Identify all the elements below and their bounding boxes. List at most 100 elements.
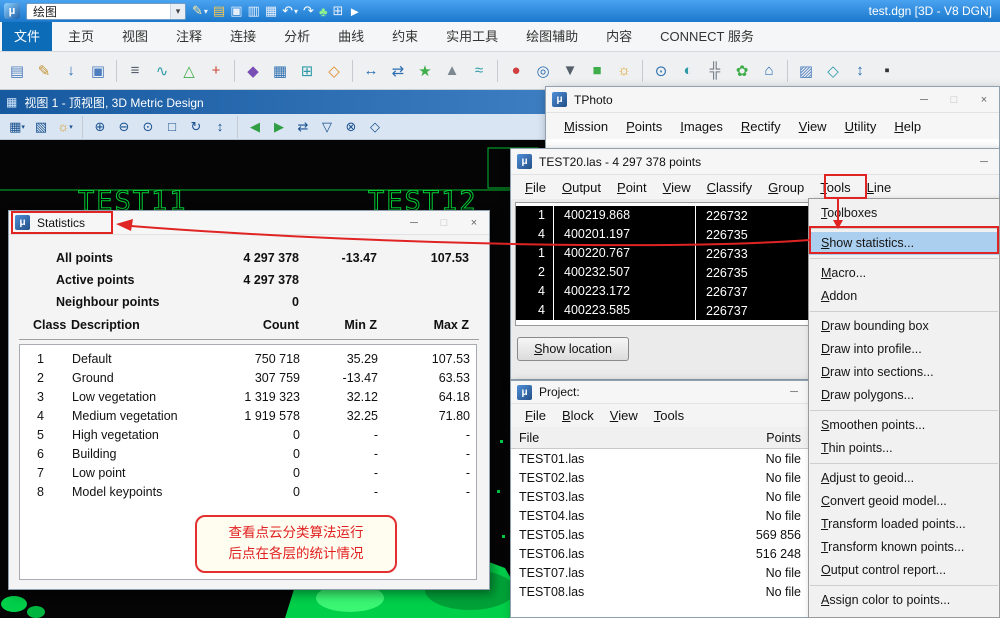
tools-menu-item-draw-into-profile[interactable]: Draw into profile... (809, 338, 999, 361)
close-button[interactable]: × (969, 87, 999, 112)
tphoto-menu-utility[interactable]: Utility (845, 119, 877, 134)
ribbon-tab-3[interactable]: 注释 (164, 22, 214, 51)
test20-menu-line[interactable]: Line (867, 180, 892, 195)
ribbon-tab-7[interactable]: 约束 (380, 22, 430, 51)
tools-menu-item-transform-known-points[interactable]: Transform known points... (809, 536, 999, 559)
tool-icon[interactable]: ◆ (240, 58, 266, 84)
project-menu-tools[interactable]: Tools (654, 408, 684, 423)
tool-icon[interactable]: ⌂ (756, 58, 782, 84)
tphoto-menu-images[interactable]: Images (680, 119, 723, 134)
selection-arrow-icon[interactable]: ► (348, 2, 361, 20)
tool-icon[interactable]: ↔ (358, 58, 384, 84)
tools-menu-item-smoothen-points[interactable]: Smoothen points... (809, 414, 999, 437)
tool-icon[interactable]: ∿ (149, 58, 175, 84)
class-row[interactable]: 7 Low point 0 - - (20, 463, 476, 482)
project-file-row[interactable]: TEST07.las No file (511, 563, 809, 582)
tools-menu-item-adjust-to-geoid[interactable]: Adjust to geoid... (809, 467, 999, 490)
tool-icon[interactable]: ● (503, 58, 529, 84)
tool-icon[interactable]: ≡ (122, 58, 148, 84)
project-file-row[interactable]: TEST05.las 569 856 (511, 525, 809, 544)
tool-icon[interactable]: ▪ (874, 58, 900, 84)
project-menu-view[interactable]: View (610, 408, 638, 423)
class-row[interactable]: 5 High vegetation 0 - - (20, 425, 476, 444)
view-previous-icon[interactable]: ◀ (244, 116, 266, 138)
test20-menu-tools[interactable]: Tools (820, 180, 850, 195)
ribbon-tab-5[interactable]: 分析 (272, 22, 322, 51)
minimize-button[interactable]: ─ (779, 381, 809, 403)
ribbon-tab-4[interactable]: 连接 (218, 22, 268, 51)
tool-icon[interactable]: ✎ (31, 58, 57, 84)
tools-menu-item-toolboxes[interactable]: Toolboxes (809, 202, 999, 225)
clip-volume-icon[interactable]: ▽ (316, 116, 338, 138)
tools-menu-item-show-statistics[interactable]: Show statistics... (809, 232, 999, 255)
test20-menu-classify[interactable]: Classify (707, 180, 753, 195)
tool-icon[interactable]: ↕ (847, 58, 873, 84)
ribbon-tab-10[interactable]: 内容 (594, 22, 644, 51)
tool-icon[interactable]: ▼ (557, 58, 583, 84)
project-file-row[interactable]: TEST08.las No file (511, 582, 809, 601)
ribbon-tab-1[interactable]: 主页 (56, 22, 106, 51)
fit-view-icon[interactable]: □ (161, 116, 183, 138)
class-row[interactable]: 1 Default 750 718 35.29 107.53 (20, 349, 476, 368)
tools-menu-item-convert-geoid-model[interactable]: Convert geoid model... (809, 490, 999, 513)
tool-icon[interactable]: ◎ (530, 58, 556, 84)
app-titlebar[interactable]: μ 绘图 ▾ ✎ ▾ ▤ ▣ ▥ ▦ ↶ ▾ ↷ ♣ ⊞ ► test.dgn [3D - V8 DG… (0, 0, 1000, 22)
ribbon-tab-0[interactable]: 文件 (2, 22, 53, 51)
explorer-tree-icon[interactable]: ♣ (319, 2, 328, 20)
tools-menu-item-draw-into-sections[interactable]: Draw into sections... (809, 361, 999, 384)
tools-menu-item-draw-bounding-box[interactable]: Draw bounding box (809, 315, 999, 338)
tphoto-menu-view[interactable]: View (799, 119, 827, 134)
test20-menu-view[interactable]: View (663, 180, 691, 195)
test20-menu-file[interactable]: File (525, 180, 546, 195)
zoom-window-icon[interactable]: ⊙ (137, 116, 159, 138)
tphoto-menu-rectify[interactable]: Rectify (741, 119, 781, 134)
project-file-row[interactable]: TEST06.las 516 248 (511, 544, 809, 563)
undo-icon[interactable]: ↶ ▾ (282, 2, 298, 20)
printer-icon[interactable]: ⊞ (332, 2, 343, 20)
copy-view-icon[interactable]: ⇄ (292, 116, 314, 138)
view-background-icon[interactable]: ▧ (30, 116, 52, 138)
ribbon-tab-6[interactable]: 曲线 (326, 22, 376, 51)
tool-icon[interactable]: ▦ (267, 58, 293, 84)
pen-color-icon[interactable]: ✎ ▾ (192, 2, 208, 20)
tools-menu-item-assign-color-to-points[interactable]: Assign color to points... (809, 589, 999, 612)
project-file-row[interactable]: TEST01.las No file (511, 449, 809, 468)
tool-icon[interactable]: ◐ (675, 58, 701, 84)
show-location-button[interactable]: Show location (517, 337, 629, 361)
workflow-dropdown[interactable]: 绘图 ▾ (26, 2, 186, 20)
project-menu-file[interactable]: File (525, 408, 546, 423)
close-button[interactable]: × (459, 211, 489, 234)
tphoto-menu-help[interactable]: Help (894, 119, 921, 134)
tool-icon[interactable]: △ (176, 58, 202, 84)
tool-icon[interactable]: ⊙ (648, 58, 674, 84)
tools-menu-item-thin-points[interactable]: Thin points... (809, 437, 999, 460)
ribbon-tab-9[interactable]: 绘图辅助 (514, 22, 590, 51)
project-menu-block[interactable]: Block (562, 408, 594, 423)
class-row[interactable]: 8 Model keypoints 0 - - (20, 482, 476, 501)
tool-icon[interactable]: ↓ (58, 58, 84, 84)
tool-icon[interactable]: ≈ (466, 58, 492, 84)
ribbon-tab-11[interactable]: CONNECT 服务 (648, 22, 766, 51)
tool-icon[interactable]: ╬ (702, 58, 728, 84)
project-file-row[interactable]: TEST03.las No file (511, 487, 809, 506)
redo-icon[interactable]: ↷ (303, 2, 314, 20)
minimize-button[interactable]: ─ (399, 211, 429, 234)
tool-icon[interactable]: ⊞ (294, 58, 320, 84)
test20-menu-output[interactable]: Output (562, 180, 601, 195)
tool-icon[interactable]: ■ (584, 58, 610, 84)
view-display-icon[interactable]: ▦ ▾ (6, 116, 28, 138)
view-next-icon[interactable]: ▶ (268, 116, 290, 138)
tools-menu-item-addon[interactable]: Addon (809, 285, 999, 308)
tool-icon[interactable]: ▣ (85, 58, 111, 84)
tool-icon[interactable]: ★ (412, 58, 438, 84)
class-row[interactable]: 2 Ground 307 759 -13.47 63.53 (20, 368, 476, 387)
project-file-row[interactable]: TEST02.las No file (511, 468, 809, 487)
tool-icon[interactable]: ☼ (611, 58, 637, 84)
tools-menu-item-compute-distance[interactable]: Compute distance... (809, 612, 999, 617)
minimize-button[interactable]: ─ (969, 149, 999, 174)
pan-view-icon[interactable]: ↕ (209, 116, 231, 138)
tool-icon[interactable]: ✿ (729, 58, 755, 84)
tool-icon[interactable]: ⇄ (385, 58, 411, 84)
tools-menu-item-draw-polygons[interactable]: Draw polygons... (809, 384, 999, 407)
project-file-row[interactable]: TEST04.las No file (511, 506, 809, 525)
